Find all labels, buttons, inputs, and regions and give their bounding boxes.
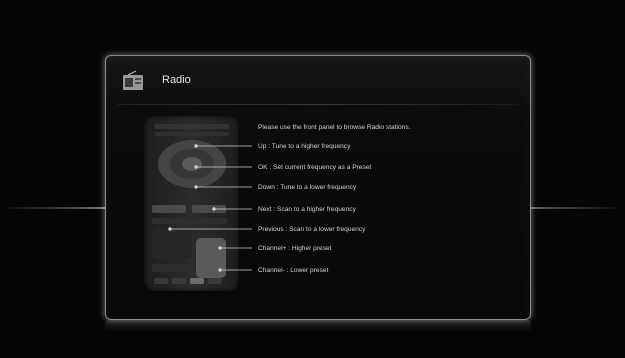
remote-top-buttons [154, 124, 229, 129]
instruction-ok: OK : Set current frequency as a Preset [258, 164, 372, 171]
instruction-intro: Please use the front panel to browse Rad… [258, 124, 411, 131]
remote-row [152, 218, 227, 224]
instruction-down: Down : Tune to a lower frequency [258, 184, 357, 191]
remote-next-key [192, 205, 226, 213]
instruction-next: Next : Scan to a higher frequency [258, 206, 356, 213]
title-divider [118, 104, 518, 105]
page-title: Radio [162, 74, 191, 86]
instruction-previous: Previous : Scan to a lower frequency [258, 226, 366, 233]
remote-color-key-1 [154, 278, 168, 284]
instruction-channel-up: Channel+ : Higher preset [258, 245, 332, 252]
panel-reflection [105, 320, 531, 332]
radio-icon [123, 70, 143, 90]
remote-volume-block [152, 228, 192, 258]
screen-background: Radio Please use the front panel to brow… [0, 0, 625, 358]
remote-top-buttons-2 [154, 132, 229, 136]
remote-color-key-2 [172, 278, 186, 284]
remote-control-image [144, 116, 239, 291]
instruction-up: Up : Tune to a higher frequency [258, 143, 351, 150]
remote-previous-key [152, 205, 186, 213]
remote-color-key-4 [208, 278, 222, 284]
remote-channel-block [196, 238, 226, 278]
remote-color-key-3 [190, 278, 204, 284]
remote-row-2 [152, 264, 192, 272]
remote-dpad [158, 140, 226, 188]
instruction-channel-down: Channel- : Lower preset [258, 267, 329, 274]
